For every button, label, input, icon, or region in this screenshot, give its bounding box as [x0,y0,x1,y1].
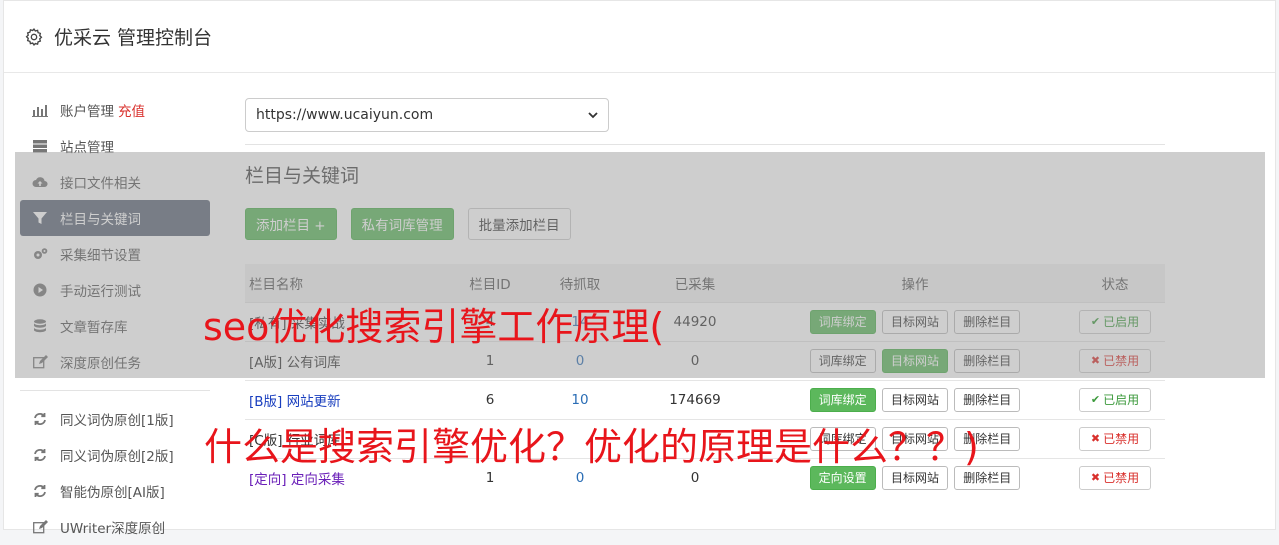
sidebar-item-label: 同义词伪原创[2版] [60,449,174,465]
status-label: 已禁用 [1103,432,1140,446]
sidebar-item-label: UWriter深度原创 [60,521,166,537]
status-badge[interactable]: ✔ 已启用 [1079,387,1151,412]
refresh-icon [32,411,48,427]
collected-count: 174669 [669,391,721,408]
state-cell: ✖ 已禁用 [1065,419,1165,458]
close-icon: ✖ [1090,432,1101,445]
watermark-line-2: 什么是搜索引擎优化？优化的原理是什么？？) [204,425,979,469]
close-icon: ✖ [1090,471,1101,485]
check-icon: ✔ [1090,393,1101,406]
chevron-down-icon [588,112,598,119]
waiting-count[interactable]: 10 [535,380,625,419]
status-label: 已禁用 [1103,471,1140,486]
sidebar-item-label: 同义词伪原创[1版] [60,413,174,429]
column-name: 网站更新 [286,393,341,410]
column-name: 定向采集 [290,471,345,488]
sidebar-item-label: 账户管理 [60,104,114,120]
watermark-line-1: seo优化搜索引擎工作原理( [203,305,665,349]
status-label: 已启用 [1103,393,1140,407]
divider [245,144,1165,145]
refresh-icon [32,447,48,463]
column-tag: [定向] [249,471,287,488]
bar-chart-icon [32,102,48,118]
status-badge[interactable]: ✖ 已禁用 [1079,465,1151,490]
page-header: 优采云 管理控制台 [4,1,1275,73]
refresh-icon [32,483,48,499]
column-id: 6 [485,391,495,408]
sidebar-item-ai-original[interactable]: 智能伪原创[AI版] [20,473,210,509]
sidebar-item-synonym-v2[interactable]: 同义词伪原创[2版] [20,437,210,473]
column-name-cell[interactable]: [B版] 网站更新 [245,380,445,419]
table-row: [B版] 网站更新 6 10 174669 词库绑定 目标网站 删除栏目 ✔ 已启… [245,380,1165,419]
gear-icon [25,27,43,46]
sidebar-item-label: 智能伪原创[AI版] [60,485,165,501]
target-site-button[interactable]: 目标网站 [881,387,948,412]
edit-icon [32,519,48,535]
state-cell: ✔ 已启用 [1065,380,1165,419]
column-tag: [B版] [249,393,283,410]
status-badge[interactable]: ✖ 已禁用 [1079,426,1151,451]
sidebar-item-account[interactable]: 账户管理 充值 [20,92,210,128]
site-select[interactable]: https://www.ucaiyun.com [245,98,609,132]
site-select-value: https://www.ucaiyun.com [256,107,434,123]
page-title: 优采云 管理控制台 [54,27,213,49]
bind-lexicon-button[interactable]: 词库绑定 [809,387,876,412]
state-cell: ✖ 已禁用 [1065,458,1165,497]
recharge-link[interactable]: 充值 [118,100,145,120]
sidebar-divider [20,390,210,391]
ops-cell: 词库绑定 目标网站 删除栏目 [765,380,1065,419]
sidebar-item-uwriter[interactable]: UWriter深度原创 [20,509,210,545]
sidebar-item-synonym-v1[interactable]: 同义词伪原创[1版] [20,401,210,437]
delete-column-button[interactable]: 删除栏目 [954,387,1021,412]
